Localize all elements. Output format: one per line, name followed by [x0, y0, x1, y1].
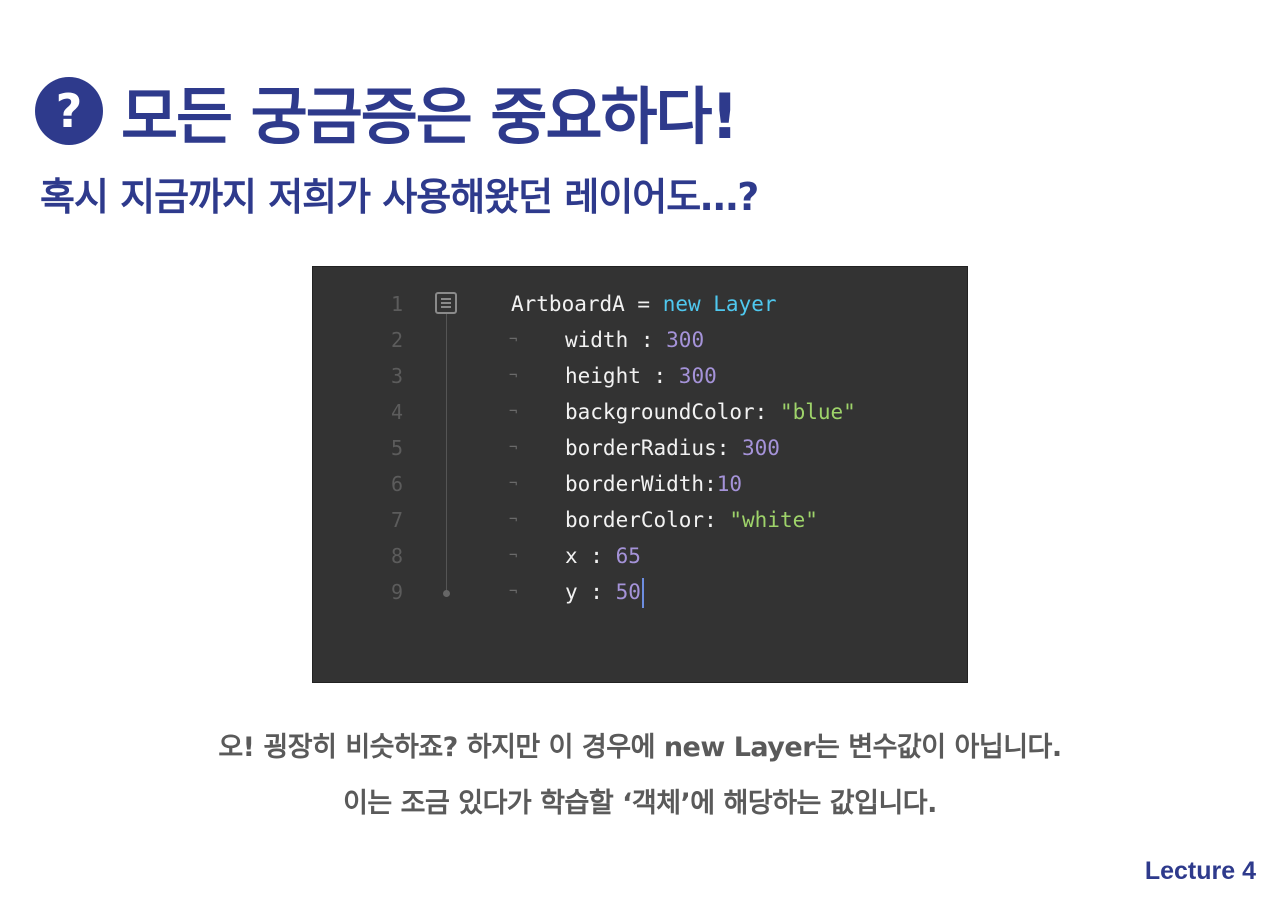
lecture-label: Lecture 4: [1144, 857, 1256, 885]
title-row: ? 모든 궁금증은 중요하다!: [35, 66, 739, 156]
code-token-num: 50: [615, 580, 641, 604]
tab-marker: ¬: [509, 332, 518, 348]
code-token-num: 300: [742, 436, 780, 460]
code-token-plain: borderWidth:: [565, 472, 717, 496]
text-cursor: [641, 578, 644, 608]
code-text: borderWidth:10: [565, 466, 742, 502]
line-number: 3: [390, 364, 403, 388]
line-number: 7: [390, 508, 403, 532]
code-line: 4 ¬ backgroundColor: "blue": [313, 394, 969, 430]
code-token-plain: height :: [565, 364, 679, 388]
code-token-plain: borderColor:: [565, 508, 730, 532]
line-number: 4: [390, 400, 403, 424]
code-token-num: 10: [716, 472, 743, 496]
code-text: width : 300: [565, 322, 704, 358]
code-token-kw: new Layer: [662, 292, 777, 316]
code-line: 8 ¬ x : 65: [313, 538, 969, 574]
tab-marker: ¬: [509, 368, 518, 384]
tab-marker: ¬: [509, 584, 518, 600]
code-line: 3 ¬ height : 300: [313, 358, 969, 394]
code-text: borderRadius: 300: [565, 430, 780, 466]
body-text-line-2: 이는 조금 있다가 학습할 ‘객체’에 해당하는 값입니다.: [343, 788, 937, 819]
code-token-plain: backgroundColor:: [565, 400, 780, 424]
question-icon: ?: [35, 77, 103, 145]
code-token-str: "white": [729, 508, 818, 532]
tab-marker: ¬: [509, 512, 518, 528]
tab-marker: ¬: [509, 404, 518, 420]
line-number: 2: [390, 328, 403, 352]
code-line: 7 ¬ borderColor: "white": [313, 502, 969, 538]
code-token-plain: x :: [565, 544, 616, 568]
line-number: 9: [390, 580, 403, 604]
code-token-num: 300: [678, 364, 717, 388]
code-line: 1 ArtboardA = new Layer: [313, 286, 969, 322]
line-number: 6: [390, 472, 403, 496]
code-token-num: 65: [615, 544, 641, 568]
line-number: 5: [390, 436, 403, 460]
code-token-plain: width :: [565, 328, 667, 352]
code-token-str: "blue": [779, 400, 856, 424]
page-title: 모든 궁금증은 중요하다!: [121, 80, 739, 153]
code-token-plain: borderRadius:: [565, 436, 743, 460]
code-text: borderColor: "white": [565, 502, 818, 538]
page-subtitle: 혹시 지금까지 저희가 사용해왔던 레이어도…?: [40, 175, 759, 219]
code-text: backgroundColor: "blue": [565, 394, 856, 430]
code-token-plain: y :: [565, 580, 616, 604]
code-line: 2 ¬ width : 300: [313, 322, 969, 358]
code-editor-screenshot: 1 ArtboardA = new Layer 2 ¬ width : 300 3 ¬ hei…: [312, 266, 968, 683]
code-token-num: 300: [666, 328, 705, 352]
line-number: 1: [390, 292, 403, 316]
code-line: 9 ¬ y : 50: [313, 574, 969, 610]
tab-marker: ¬: [509, 440, 518, 456]
code-token-plain: ArtboardA =: [511, 292, 663, 316]
code-text: height : 300: [565, 358, 717, 394]
slide: ? 모든 궁금증은 중요하다! 혹시 지금까지 저희가 사용해왔던 레이어도…?…: [0, 0, 1280, 905]
code-text: y : 50: [565, 574, 644, 610]
code-text: ArtboardA = new Layer: [511, 286, 777, 322]
code-line: 6 ¬ borderWidth:10: [313, 466, 969, 502]
tab-marker: ¬: [509, 476, 518, 492]
line-number: 8: [390, 544, 403, 568]
code-line: 5 ¬ borderRadius: 300: [313, 430, 969, 466]
body-text-line-1: 오! 굉장히 비슷하죠? 하지만 이 경우에 new Layer는 변수값이 아…: [218, 732, 1062, 763]
code-text: x : 65: [565, 538, 641, 574]
tab-marker: ¬: [509, 548, 518, 564]
